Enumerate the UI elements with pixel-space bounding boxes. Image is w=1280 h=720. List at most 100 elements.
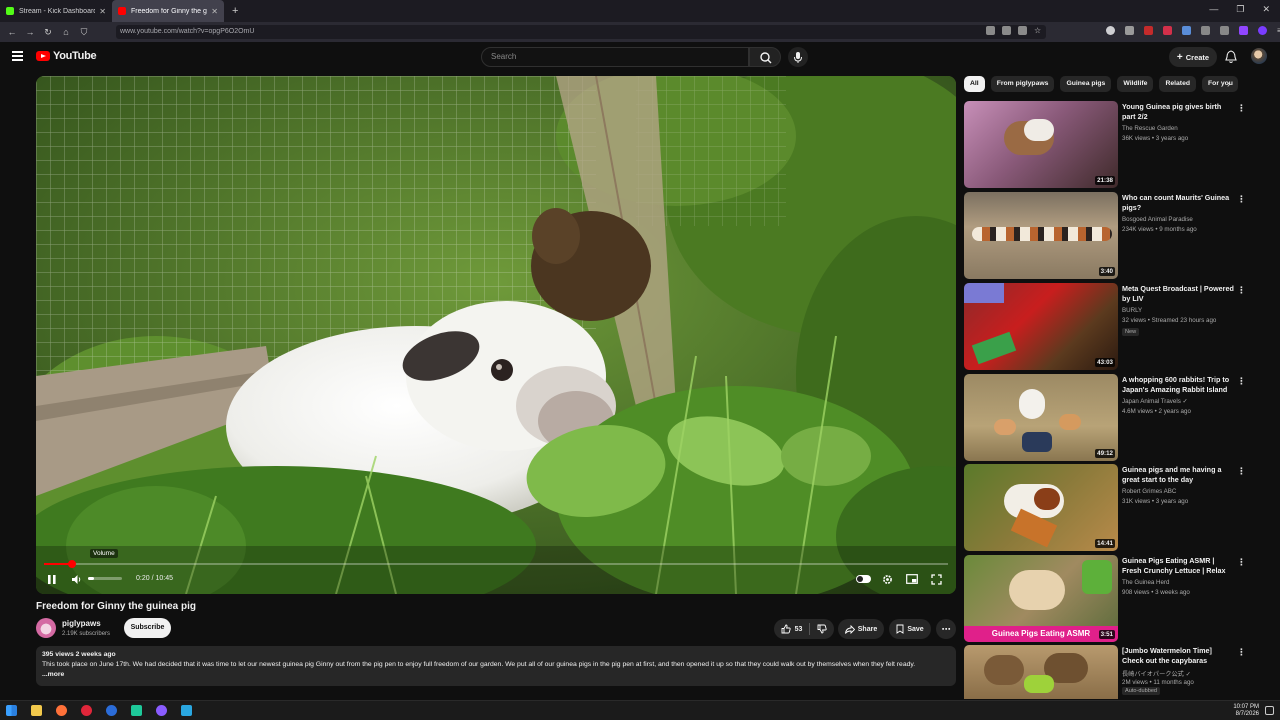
notifications-bell-icon[interactable]: [1225, 50, 1237, 64]
video-thumbnail[interactable]: Guinea Pigs Eating ASMR 3:51: [964, 555, 1118, 642]
recommendation-item[interactable]: 21:38 Young Guinea pig gives birth part …: [964, 101, 1264, 188]
screenshot-icon[interactable]: [1002, 26, 1011, 35]
video-thumbnail[interactable]: [964, 645, 1118, 699]
search-input[interactable]: Search: [481, 47, 749, 67]
video-title[interactable]: A whopping 600 rabbits! Trip to Japan's …: [1122, 375, 1234, 395]
extension-blue-icon[interactable]: [1182, 26, 1191, 35]
chip-for-you[interactable]: For you: [1202, 76, 1239, 92]
recommendation-item[interactable]: 3:40 Who can count Maurits' Guinea pigs?…: [964, 192, 1264, 279]
chip-related[interactable]: Related: [1159, 76, 1197, 92]
minimize-icon[interactable]: —: [1209, 4, 1218, 15]
reader-view-icon[interactable]: [986, 26, 995, 35]
channel-name[interactable]: The Guinea Herd: [1122, 579, 1169, 586]
firefox-icon[interactable]: [56, 705, 67, 716]
chip-wildlife[interactable]: Wildlife: [1117, 76, 1154, 92]
notification-center-icon[interactable]: [1265, 706, 1274, 715]
pause-icon[interactable]: [47, 574, 57, 585]
file-explorer-icon[interactable]: [31, 705, 42, 716]
video-title[interactable]: [Jumbo Watermelon Time] Check out the ca…: [1122, 646, 1234, 666]
app-arrow-icon[interactable]: [181, 705, 192, 716]
close-tab-icon[interactable]: ✕: [99, 7, 106, 16]
system-clock[interactable]: 10:07 PM 8/7/2026: [1233, 704, 1259, 718]
show-more-link[interactable]: ...more: [42, 671, 950, 678]
like-button[interactable]: 53: [781, 624, 802, 634]
video-title[interactable]: Young Guinea pig gives birth part 2/2: [1122, 102, 1234, 122]
more-options-icon[interactable]: ⋮: [1237, 285, 1246, 296]
new-tab-icon[interactable]: +: [232, 5, 238, 17]
channel-name[interactable]: 長崎バイオパーク公式 ✓: [1122, 669, 1191, 678]
windows-start-icon[interactable]: [6, 705, 17, 716]
recommendation-item[interactable]: 49:12 A whopping 600 rabbits! Trip to Ja…: [964, 374, 1264, 461]
extensions-puzzle-icon[interactable]: [1220, 26, 1229, 35]
more-actions-icon[interactable]: ⋯: [936, 619, 956, 639]
more-options-icon[interactable]: ⋮: [1237, 647, 1246, 658]
channel-avatar[interactable]: [36, 618, 56, 638]
app-purple-icon[interactable]: [156, 705, 167, 716]
reload-icon[interactable]: ↻: [39, 27, 57, 38]
forward-icon[interactable]: →: [21, 27, 39, 37]
extension-red-icon[interactable]: [1144, 26, 1153, 35]
home-icon[interactable]: ⌂: [57, 27, 75, 37]
more-options-icon[interactable]: ⋮: [1237, 194, 1246, 205]
video-title[interactable]: Meta Quest Broadcast | Powered by LIV: [1122, 284, 1234, 304]
video-title[interactable]: Guinea Pigs Eating ASMR | Fresh Crunchy …: [1122, 556, 1234, 576]
channel-name[interactable]: The Rescue Garden: [1122, 125, 1178, 132]
channel-name[interactable]: piglypaws: [62, 619, 101, 628]
youtube-logo[interactable]: YouTube: [36, 50, 97, 62]
video-thumbnail[interactable]: 21:38: [964, 101, 1118, 188]
shield-icon[interactable]: ⛉: [75, 27, 93, 38]
recommendation-item[interactable]: 43:03 Meta Quest Broadcast | Powered by …: [964, 283, 1264, 370]
channel-name[interactable]: Bosgoed Animal Paradise: [1122, 216, 1193, 223]
chevron-right-icon[interactable]: ›: [1227, 79, 1230, 90]
description-box[interactable]: 395 views 2 weeks ago This took place on…: [36, 646, 956, 686]
account-avatar[interactable]: [1251, 48, 1267, 64]
hamburger-menu-icon[interactable]: [12, 51, 23, 61]
translate-icon[interactable]: [1018, 26, 1027, 35]
thumbs-down-icon[interactable]: [817, 624, 828, 634]
video-thumbnail[interactable]: 49:12: [964, 374, 1118, 461]
video-thumbnail[interactable]: 43:03: [964, 283, 1118, 370]
chip-from-channel[interactable]: From piglypaws: [990, 76, 1055, 92]
back-icon[interactable]: ←: [3, 27, 21, 37]
recommendation-item[interactable]: Guinea Pigs Eating ASMR 3:51 Guinea Pigs…: [964, 555, 1264, 642]
volume-slider[interactable]: [88, 577, 122, 580]
more-options-icon[interactable]: ⋮: [1237, 376, 1246, 387]
channel-name[interactable]: Japan Animal Travels ✓: [1122, 398, 1188, 405]
maximize-icon[interactable]: ❐: [1236, 4, 1244, 15]
share-button[interactable]: Share: [838, 619, 884, 639]
video-thumbnail[interactable]: 3:40: [964, 192, 1118, 279]
account-icon[interactable]: [1106, 26, 1115, 35]
more-options-icon[interactable]: ⋮: [1237, 466, 1246, 477]
voice-search-button[interactable]: [788, 47, 808, 67]
bookmark-star-icon[interactable]: ☆: [1034, 26, 1043, 35]
save-button[interactable]: Save: [889, 619, 931, 639]
autoplay-toggle[interactable]: [856, 575, 871, 583]
recommendation-item[interactable]: [Jumbo Watermelon Time] Check out the ca…: [964, 645, 1264, 699]
browser-tab-kick[interactable]: Stream - Kick Dashboard ✕: [0, 0, 112, 22]
video-thumbnail[interactable]: 14:41: [964, 464, 1118, 551]
twitch-icon[interactable]: [1239, 26, 1248, 35]
browser-tab-youtube[interactable]: Freedom for Ginny the guin ✕: [112, 0, 224, 22]
chip-all[interactable]: All: [964, 76, 985, 92]
extension-badge-icon[interactable]: [1163, 26, 1172, 35]
video-player[interactable]: [36, 76, 956, 594]
channel-name[interactable]: Robert Grimes ABC: [1122, 488, 1176, 495]
more-options-icon[interactable]: ⋮: [1237, 557, 1246, 568]
extension-icon[interactable]: [1125, 26, 1134, 35]
app-blue-icon[interactable]: [106, 705, 117, 716]
close-window-icon[interactable]: ✕: [1262, 4, 1270, 15]
subscribe-button[interactable]: Subscribe: [124, 618, 171, 638]
progress-bar[interactable]: [44, 560, 948, 568]
speaker-icon[interactable]: [1201, 26, 1210, 35]
channel-name[interactable]: BURLY: [1122, 307, 1142, 314]
video-title[interactable]: Who can count Maurits' Guinea pigs?: [1122, 193, 1234, 213]
chip-guinea-pigs[interactable]: Guinea pigs: [1060, 76, 1112, 92]
fullscreen-icon[interactable]: [931, 574, 942, 585]
opera-icon[interactable]: [81, 705, 92, 716]
create-button[interactable]: + Create: [1169, 47, 1217, 67]
recommendation-item[interactable]: 14:41 Guinea pigs and me having a great …: [964, 464, 1264, 551]
app-green-icon[interactable]: [131, 705, 142, 716]
close-tab-icon[interactable]: ✕: [211, 7, 218, 16]
volume-icon[interactable]: [71, 574, 83, 585]
progress-scrubber[interactable]: [68, 560, 77, 568]
